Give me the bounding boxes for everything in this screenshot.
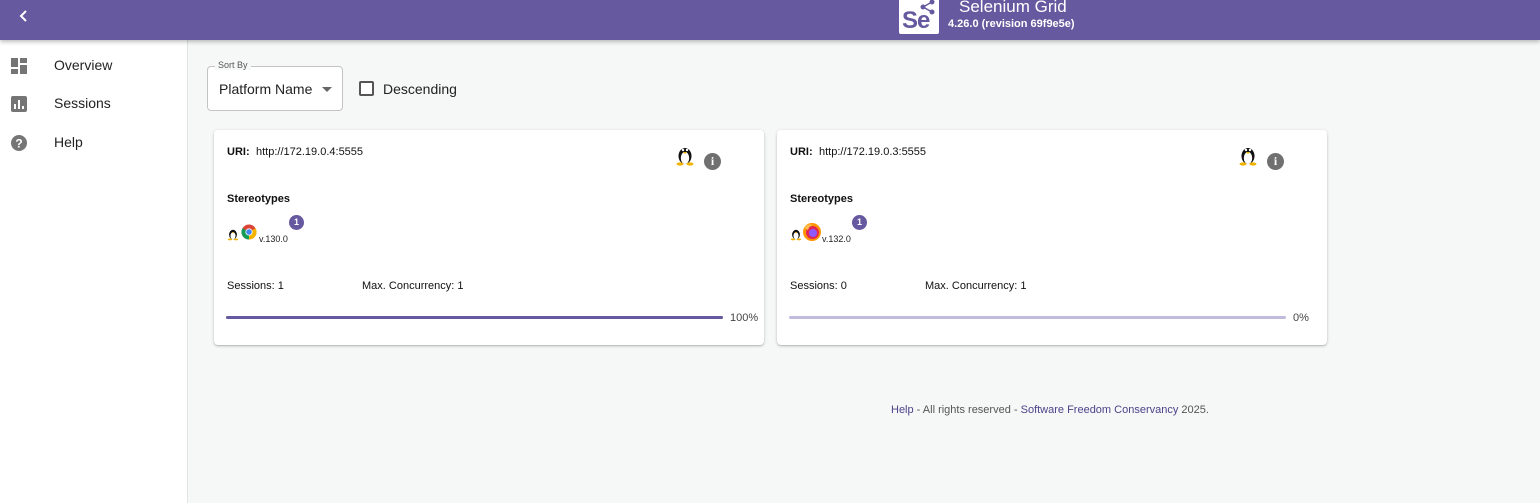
- caret-down-icon: [322, 87, 332, 92]
- sessions-count: Sessions: 0: [790, 280, 847, 292]
- slot-count-badge: 1: [852, 215, 867, 230]
- info-icon[interactable]: [1267, 153, 1284, 170]
- node-card: URI: http://172.19.0.3:5555 Stereotypes …: [777, 130, 1327, 345]
- chrome-icon: [241, 224, 257, 240]
- uri-label: URI:: [227, 146, 250, 158]
- selenium-logo: Se: [899, 0, 939, 34]
- bar-chart-icon: [11, 96, 27, 112]
- uri-value: http://172.19.0.3:5555: [819, 146, 927, 158]
- descending-label[interactable]: Descending: [383, 81, 457, 97]
- app-header: Se Selenium Grid 4.26.0 (revision 69f9e5…: [0, 0, 1540, 40]
- chevron-left-icon[interactable]: [12, 4, 36, 28]
- app-version: 4.26.0 (revision 69f9e5e): [948, 18, 1075, 30]
- svg-text:?: ?: [15, 137, 22, 151]
- help-circle-icon: ?: [11, 135, 27, 151]
- sidebar-item-help[interactable]: ? Help: [0, 124, 187, 162]
- sidebar: Overview Sessions ? Help: [0, 40, 188, 503]
- browser-version: v.130.0: [259, 234, 288, 244]
- node-card: URI: http://172.19.0.4:5555 Stereotypes …: [214, 130, 764, 345]
- uri-value: http://172.19.0.4:5555: [256, 146, 364, 158]
- firefox-icon: [803, 223, 821, 241]
- footer-text: - All rights reserved -: [913, 404, 1021, 416]
- sidebar-item-overview[interactable]: Overview: [0, 47, 187, 85]
- browser-version: v.132.0: [822, 234, 851, 244]
- stereotypes-title: Stereotypes: [227, 193, 290, 205]
- footer: Help - All rights reserved - Software Fr…: [891, 404, 1209, 416]
- load-progress-bar: [226, 316, 723, 319]
- load-progress-bar: [789, 316, 1286, 319]
- sidebar-item-label: Sessions: [54, 95, 111, 111]
- sort-by-select[interactable]: Platform Name: [207, 66, 343, 111]
- load-percent: 100%: [730, 312, 759, 324]
- uri-label: URI:: [790, 146, 813, 158]
- dashboard-icon: [11, 58, 27, 74]
- load-progress-fill: [226, 316, 723, 319]
- sidebar-item-sessions[interactable]: Sessions: [0, 85, 187, 123]
- max-concurrency: Max. Concurrency: 1: [362, 280, 464, 292]
- linux-tux-icon: [227, 229, 239, 241]
- max-concurrency: Max. Concurrency: 1: [925, 280, 1027, 292]
- info-icon[interactable]: [704, 153, 721, 170]
- linux-tux-icon: [790, 229, 802, 241]
- sidebar-item-label: Help: [54, 134, 83, 150]
- load-percent: 0%: [1293, 312, 1309, 324]
- descending-checkbox[interactable]: [359, 81, 374, 96]
- footer-org-link[interactable]: Software Freedom Conservancy: [1021, 404, 1179, 416]
- sessions-count: Sessions: 1: [227, 280, 284, 292]
- app-title: Selenium Grid: [959, 0, 1067, 16]
- sidebar-item-label: Overview: [54, 57, 113, 73]
- linux-tux-icon: [676, 148, 694, 166]
- logo-text: Se: [902, 7, 930, 34]
- stereotypes-title: Stereotypes: [790, 193, 853, 205]
- slot-count-badge: 1: [289, 215, 304, 230]
- sort-by-value: Platform Name: [219, 81, 313, 97]
- linux-tux-icon: [1239, 148, 1257, 166]
- sort-by-label: Sort By: [215, 60, 251, 70]
- footer-year: 2025.: [1178, 404, 1209, 416]
- footer-help-link[interactable]: Help: [891, 404, 914, 416]
